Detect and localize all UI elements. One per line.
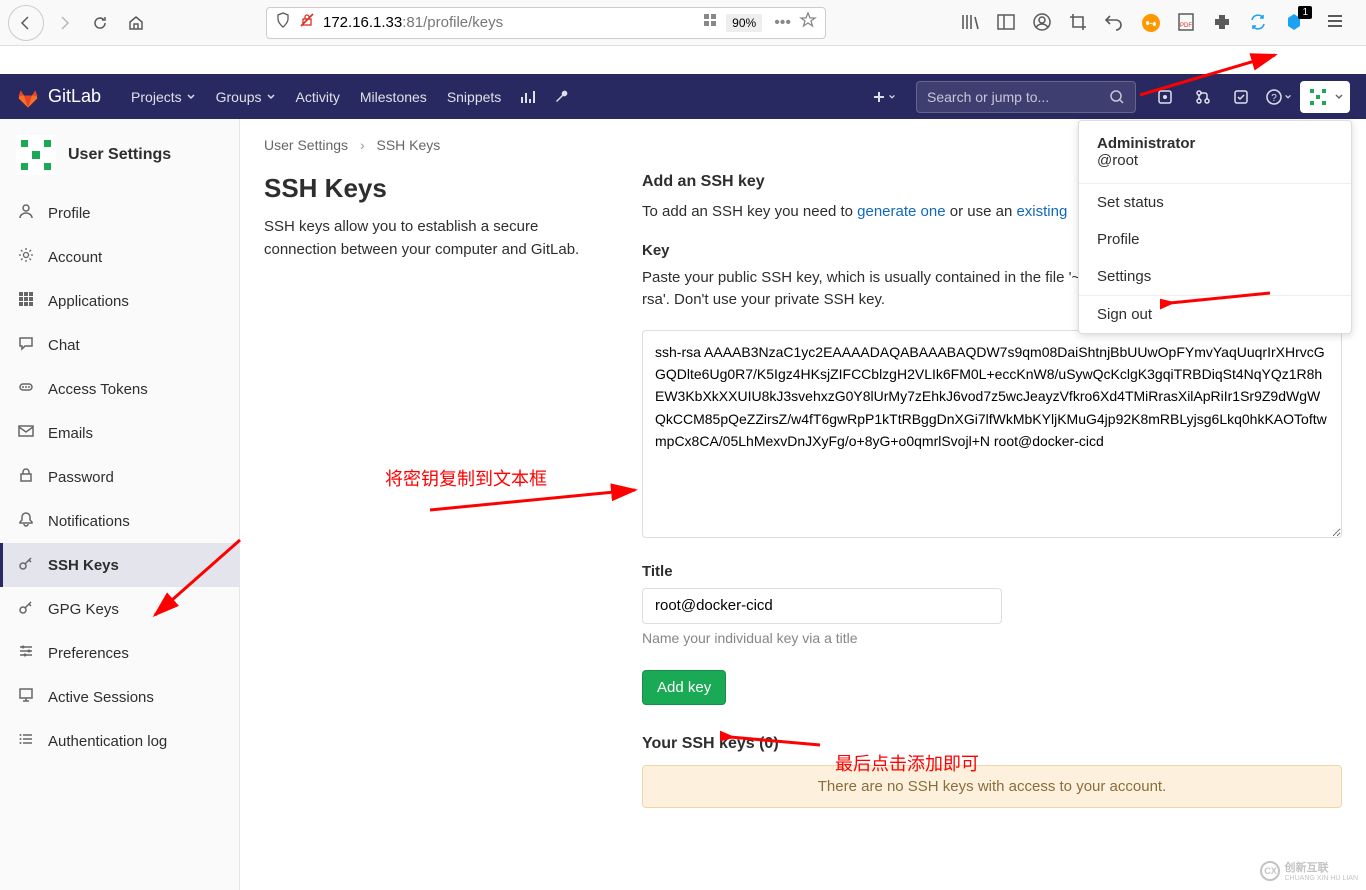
sidebar-item-account[interactable]: Account bbox=[0, 235, 239, 279]
browser-toolbar: 172.16.1.33:81/profile/keys 90% ••• PDF bbox=[0, 0, 1366, 46]
sidebar-item-auth-log[interactable]: Authentication log bbox=[0, 719, 239, 763]
empty-keys-banner: There are no SSH keys with access to you… bbox=[642, 765, 1342, 808]
bell-icon bbox=[18, 511, 34, 531]
dropdown-sign-out[interactable]: Sign out bbox=[1079, 296, 1351, 333]
key-icon bbox=[18, 555, 34, 575]
title-hint: Name your individual key via a title bbox=[642, 630, 1342, 646]
sidebar-item-password[interactable]: Password bbox=[0, 455, 239, 499]
search-box[interactable] bbox=[916, 81, 1136, 113]
user-dropdown: Administrator @root Set status Profile S… bbox=[1078, 120, 1352, 334]
gitlab-navbar: GitLab Projects Groups Activity Mileston… bbox=[0, 74, 1366, 119]
browser-home-button[interactable] bbox=[120, 7, 152, 39]
sidebar-item-profile[interactable]: Profile bbox=[0, 191, 239, 235]
generate-link[interactable]: generate one bbox=[857, 203, 945, 220]
shield-icon bbox=[275, 12, 291, 33]
nav-projects[interactable]: Projects bbox=[121, 74, 206, 119]
sidebar-item-notifications[interactable]: Notifications bbox=[0, 499, 239, 543]
browser-back-button[interactable] bbox=[8, 5, 44, 41]
sidebar-item-active-sessions[interactable]: Active Sessions bbox=[0, 675, 239, 719]
token-icon bbox=[18, 379, 34, 399]
dropdown-user-handle: @root bbox=[1097, 152, 1333, 169]
bookmark-star-icon[interactable] bbox=[799, 11, 817, 34]
notification-icon[interactable] bbox=[1284, 12, 1306, 34]
gitlab-brand-text: GitLab bbox=[48, 86, 101, 107]
breadcrumb-current: SSH Keys bbox=[377, 137, 441, 153]
svg-text:?: ? bbox=[1271, 93, 1277, 104]
sidebar-avatar-icon bbox=[16, 135, 56, 175]
browser-reload-button[interactable] bbox=[84, 7, 116, 39]
nav-help-icon[interactable]: ? bbox=[1262, 81, 1296, 113]
mail-icon bbox=[18, 423, 34, 443]
sidebar-header: User Settings bbox=[0, 119, 239, 191]
nav-activity[interactable]: Activity bbox=[286, 74, 350, 119]
key-icon bbox=[18, 599, 34, 619]
user-icon bbox=[18, 203, 34, 223]
library-icon[interactable] bbox=[960, 12, 982, 34]
nav-todos-icon[interactable] bbox=[1224, 81, 1258, 113]
svg-text:PDF: PDF bbox=[1180, 23, 1192, 29]
nav-groups[interactable]: Groups bbox=[206, 74, 286, 119]
user-menu-button[interactable] bbox=[1300, 81, 1350, 113]
key-textarea[interactable] bbox=[642, 330, 1342, 538]
nav-chart-icon[interactable] bbox=[511, 81, 545, 113]
sidebar-item-ssh-keys[interactable]: SSH Keys bbox=[0, 543, 239, 587]
nav-merge-icon[interactable] bbox=[1186, 81, 1220, 113]
zoom-badge[interactable]: 90% bbox=[726, 14, 762, 32]
search-input[interactable] bbox=[927, 89, 1109, 105]
nav-milestones[interactable]: Milestones bbox=[350, 74, 437, 119]
apps-icon bbox=[18, 291, 34, 311]
dropdown-header: Administrator @root bbox=[1079, 121, 1351, 184]
more-actions-icon[interactable]: ••• bbox=[774, 14, 791, 32]
title-label: Title bbox=[642, 563, 1342, 580]
add-key-button[interactable]: Add key bbox=[642, 670, 726, 705]
nav-issues-icon[interactable] bbox=[1148, 81, 1182, 113]
dropdown-user-name: Administrator bbox=[1097, 135, 1333, 152]
insecure-icon bbox=[299, 12, 315, 33]
watermark: CX 创新互联CHUANG XIN HU LIAN bbox=[1260, 859, 1358, 882]
crop-icon[interactable] bbox=[1068, 12, 1090, 34]
title-input[interactable] bbox=[642, 588, 1002, 624]
dropdown-set-status[interactable]: Set status bbox=[1079, 184, 1351, 221]
nav-wrench-icon[interactable] bbox=[545, 81, 579, 113]
sync-icon[interactable] bbox=[1248, 12, 1270, 34]
search-icon bbox=[1109, 89, 1125, 105]
reader-mode-icon[interactable] bbox=[702, 12, 718, 33]
menu-icon[interactable] bbox=[1326, 12, 1348, 34]
sidebar-item-chat[interactable]: Chat bbox=[0, 323, 239, 367]
list-icon bbox=[18, 731, 34, 751]
sidebar: User Settings Profile Account Applicatio… bbox=[0, 119, 240, 890]
account-icon[interactable] bbox=[1032, 12, 1054, 34]
dropdown-settings[interactable]: Settings bbox=[1079, 258, 1351, 295]
dropdown-profile[interactable]: Profile bbox=[1079, 221, 1351, 258]
sliders-icon bbox=[18, 643, 34, 663]
chat-icon bbox=[18, 335, 34, 355]
gitlab-logo[interactable]: GitLab bbox=[16, 85, 101, 109]
nav-plus-button[interactable] bbox=[864, 81, 904, 113]
sidebar-item-gpg-keys[interactable]: GPG Keys bbox=[0, 587, 239, 631]
sidebar-icon[interactable] bbox=[996, 12, 1018, 34]
undo-icon[interactable] bbox=[1104, 12, 1126, 34]
lock-icon bbox=[18, 467, 34, 487]
sidebar-item-access-tokens[interactable]: Access Tokens bbox=[0, 367, 239, 411]
nav-snippets[interactable]: Snippets bbox=[437, 74, 511, 119]
your-keys-heading: Your SSH keys (0) bbox=[642, 735, 1342, 753]
existing-link[interactable]: existing bbox=[1016, 203, 1067, 220]
chevron-down-icon bbox=[1334, 92, 1344, 102]
cog-icon bbox=[18, 247, 34, 267]
url-bar[interactable]: 172.16.1.33:81/profile/keys 90% ••• bbox=[266, 7, 826, 39]
browser-forward-button[interactable] bbox=[48, 7, 80, 39]
sidebar-item-applications[interactable]: Applications bbox=[0, 279, 239, 323]
page-heading: SSH Keys bbox=[264, 173, 612, 204]
page-description: SSH keys allow you to establish a secure… bbox=[264, 216, 612, 261]
user-avatar-icon bbox=[1306, 85, 1330, 109]
sidebar-title: User Settings bbox=[68, 146, 171, 164]
sidebar-item-emails[interactable]: Emails bbox=[0, 411, 239, 455]
infinity-icon[interactable] bbox=[1140, 12, 1162, 34]
monitor-icon bbox=[18, 687, 34, 707]
extension-icon[interactable] bbox=[1212, 12, 1234, 34]
sidebar-item-preferences[interactable]: Preferences bbox=[0, 631, 239, 675]
url-text: 172.16.1.33:81/profile/keys bbox=[323, 14, 694, 31]
breadcrumb-root[interactable]: User Settings bbox=[264, 137, 348, 153]
pdf-icon[interactable]: PDF bbox=[1176, 12, 1198, 34]
